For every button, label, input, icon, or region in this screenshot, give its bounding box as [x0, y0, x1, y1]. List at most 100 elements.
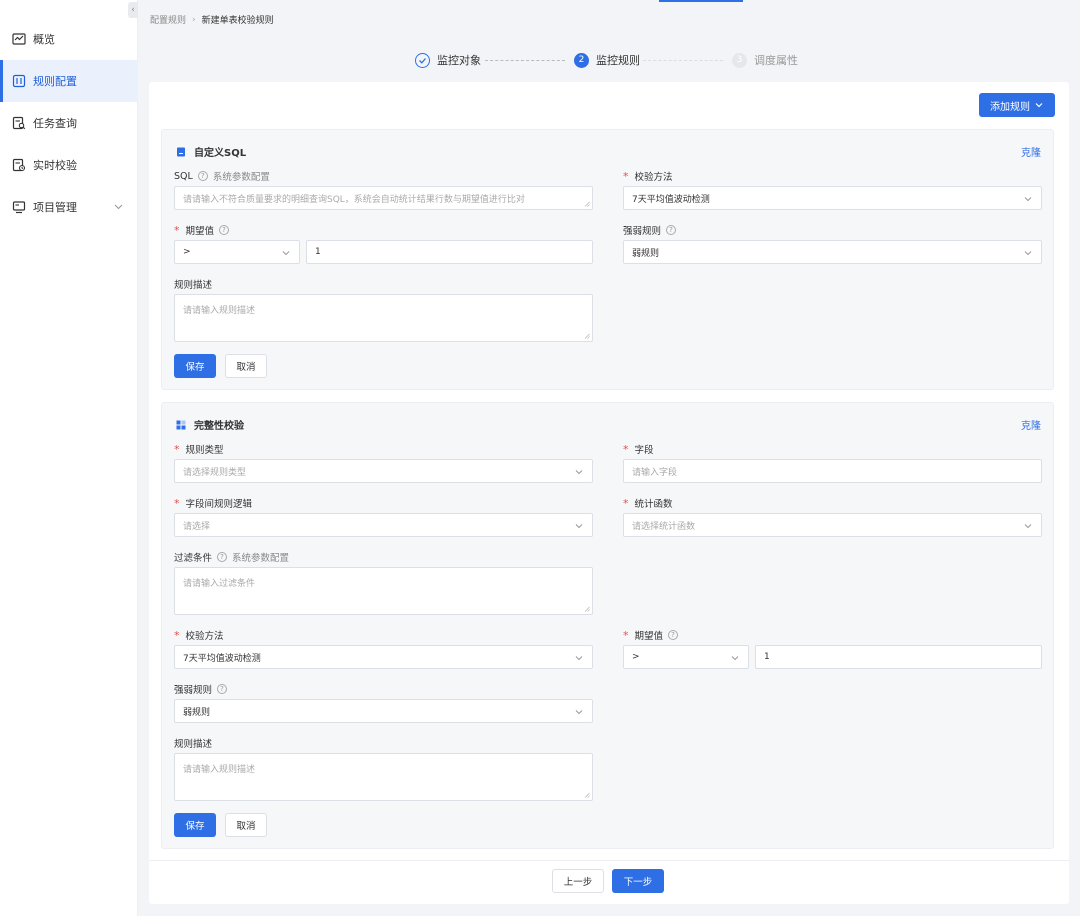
required-mark: *	[174, 442, 180, 456]
logic-select[interactable]: 请选择	[174, 513, 593, 537]
stat-label: * 统计函数	[623, 496, 673, 511]
sidebar-item-project[interactable]: 项目管理	[0, 186, 138, 228]
select-value: 7天平均值波动检测	[183, 653, 261, 664]
sidebar-collapse-button[interactable]: ‹	[128, 2, 138, 18]
top-progress-line	[659, 0, 743, 2]
desc-label: 规则描述	[174, 736, 212, 750]
chevron-down-icon	[1024, 197, 1032, 202]
placeholder: 请请输入过滤条件	[183, 579, 256, 589]
help-icon[interactable]: ?	[217, 552, 228, 562]
system-param-link[interactable]: 系统参数配置	[213, 169, 270, 183]
placeholder: 请输入字段	[632, 467, 678, 478]
chevron-down-icon	[575, 524, 583, 529]
expect-operator-select[interactable]: >	[174, 240, 300, 264]
step-schedule: 3 调度属性	[732, 52, 798, 68]
prev-step-button[interactable]: 上一步	[552, 869, 604, 893]
label-text: 期望值	[634, 631, 664, 642]
strength-select[interactable]: 弱规则	[174, 699, 593, 723]
breadcrumb-current: 新建单表校验规则	[201, 16, 274, 26]
chevron-down-icon	[282, 251, 290, 256]
dashboard-icon	[12, 33, 26, 45]
label-text: 校验方法	[634, 172, 673, 183]
completeness-card: 完整性校验 克隆 * 规则类型 请选择规则类型 * 字段 请输入字段 * 字段间…	[161, 402, 1054, 849]
sql-label: SQL ? 系统参数配置	[174, 169, 270, 184]
card-title: 自定义SQL	[176, 144, 246, 159]
clone-link[interactable]: 克隆	[1021, 144, 1041, 159]
realtime-check-icon	[12, 158, 26, 172]
label-text: 过滤条件	[174, 553, 213, 564]
label-text: 字段	[634, 445, 654, 456]
expect-operator-select[interactable]: >	[623, 645, 749, 669]
select-value: 弱规则	[632, 248, 660, 259]
sidebar-item-task-query[interactable]: 任务查询	[0, 102, 138, 144]
help-icon[interactable]: ?	[668, 630, 679, 640]
strength-select[interactable]: 弱规则	[623, 240, 1042, 264]
method-select[interactable]: 7天平均值波动检测	[623, 186, 1042, 210]
help-icon[interactable]: ?	[666, 225, 677, 235]
expect-label: * 期望值 ?	[623, 628, 679, 642]
sidebar-item-realtime-check[interactable]: 实时校验	[0, 144, 138, 186]
system-param-link[interactable]: 系统参数配置	[232, 550, 289, 564]
required-mark: *	[174, 496, 180, 510]
sidebar-item-label: 实时校验	[33, 159, 77, 172]
required-mark: *	[174, 628, 180, 642]
step-number: 3	[732, 52, 747, 68]
step-number: 2	[574, 52, 589, 68]
sidebar-item-rule-config[interactable]: 规则配置	[0, 60, 138, 102]
field-input[interactable]: 请输入字段	[623, 459, 1042, 483]
help-icon[interactable]: ?	[219, 225, 230, 235]
desc-textarea[interactable]: 请请输入规则描述	[174, 294, 593, 342]
stat-select[interactable]: 请选择统计函数	[623, 513, 1042, 537]
placeholder: 请请输入规则描述	[183, 306, 256, 316]
next-step-button[interactable]: 下一步	[612, 869, 664, 893]
help-icon[interactable]: ?	[217, 684, 228, 694]
save-button[interactable]: 保存	[174, 354, 216, 378]
strength-label: 强弱规则 ?	[623, 223, 677, 237]
chevron-down-icon	[114, 204, 123, 210]
app-root: ‹ 概览 规则配置 任务查询 实时校验 项目管理 配置规则 › 新建单表校验规则…	[0, 0, 1080, 916]
sidebar-item-label: 任务查询	[33, 117, 77, 130]
cancel-button[interactable]: 取消	[225, 813, 267, 837]
sidebar: ‹ 概览 规则配置 任务查询 实时校验 项目管理	[0, 0, 138, 916]
clone-link[interactable]: 克隆	[1021, 417, 1041, 432]
add-rule-label: 添加规则	[990, 101, 1030, 113]
save-button[interactable]: 保存	[174, 813, 216, 837]
chevron-down-icon	[1024, 251, 1032, 256]
expect-value-input[interactable]: 1	[755, 645, 1042, 669]
step-connector	[643, 60, 723, 61]
add-rule-button[interactable]: 添加规则	[979, 93, 1055, 117]
required-mark: *	[623, 496, 629, 510]
cancel-button[interactable]: 取消	[225, 354, 267, 378]
label-text: 强弱规则	[174, 685, 213, 696]
resize-grip-icon[interactable]	[584, 792, 590, 798]
help-icon[interactable]: ?	[197, 171, 208, 181]
label-text: 校验方法	[185, 631, 224, 642]
breadcrumb: 配置规则 › 新建单表校验规则	[150, 13, 274, 27]
label-text: 统计函数	[634, 499, 673, 510]
input-value: 1	[764, 652, 770, 662]
sidebar-item-label: 概览	[33, 33, 55, 46]
expect-value-input[interactable]: 1	[306, 240, 593, 264]
placeholder: 请请输入规则描述	[183, 765, 256, 775]
chevron-down-icon	[731, 656, 739, 661]
desc-textarea[interactable]: 请请输入规则描述	[174, 753, 593, 801]
strength-label: 强弱规则 ?	[174, 682, 228, 696]
select-value: >	[183, 247, 191, 257]
card-title: 完整性校验	[176, 417, 244, 432]
step-label: 监控规则	[596, 54, 640, 67]
filter-textarea[interactable]: 请请输入过滤条件	[174, 567, 593, 615]
required-mark: *	[623, 442, 629, 456]
resize-grip-icon[interactable]	[584, 606, 590, 612]
field-label: * 字段	[623, 442, 654, 457]
resize-grip-icon[interactable]	[584, 201, 590, 207]
label-text: 字段间规则逻辑	[185, 499, 253, 510]
footer-divider	[149, 860, 1069, 861]
rule-type-select[interactable]: 请选择规则类型	[174, 459, 593, 483]
sidebar-item-overview[interactable]: 概览	[0, 18, 138, 60]
step-connector	[485, 60, 565, 61]
sql-input[interactable]: 请请输入不符合质量要求的明细查询SQL，系统会自动统计结果行数与期望值进行比对	[174, 186, 593, 210]
method-select[interactable]: 7天平均值波动检测	[174, 645, 593, 669]
chevron-down-icon	[575, 710, 583, 715]
breadcrumb-parent[interactable]: 配置规则	[150, 13, 186, 26]
resize-grip-icon[interactable]	[584, 333, 590, 339]
